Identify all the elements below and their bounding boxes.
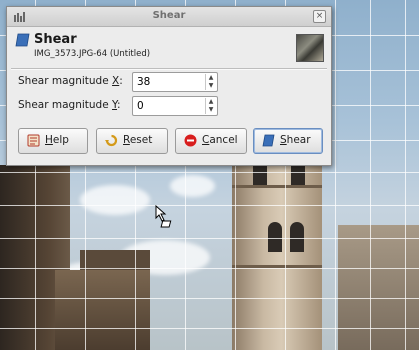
cloud: [80, 185, 150, 215]
shear-x-row: Shear magnitude X: 38 ▲ ▼: [7, 71, 331, 93]
reset-button[interactable]: Reset: [96, 128, 168, 154]
grid-line: [0, 238, 419, 239]
grid-line: [0, 268, 419, 269]
tower-window: [268, 222, 282, 252]
shear-y-value: 0: [137, 100, 144, 112]
spin-down-icon[interactable]: ▼: [207, 106, 215, 113]
shear-button[interactable]: Shear: [253, 128, 323, 154]
cancel-icon: [184, 134, 197, 147]
grid-line: [0, 205, 419, 206]
shear-y-input[interactable]: 0 ▲ ▼: [132, 96, 218, 116]
tower-window: [290, 222, 304, 252]
cloud: [170, 175, 215, 197]
separator: [11, 68, 327, 70]
building-right: [338, 225, 419, 350]
grid-line: [0, 298, 419, 299]
spin-down-icon[interactable]: ▼: [207, 82, 215, 89]
reset-icon: [105, 134, 118, 147]
help-label: Help: [45, 134, 69, 146]
shear-y-label: Shear magnitude Y:: [18, 99, 121, 111]
shear-tool-icon: [15, 33, 30, 47]
cancel-button[interactable]: Cancel: [175, 128, 247, 154]
spin-up-icon[interactable]: ▲: [207, 98, 215, 105]
shear-x-input[interactable]: 38 ▲ ▼: [132, 72, 218, 92]
shear-tool-icon: [262, 134, 275, 147]
shear-label: Shear: [280, 134, 311, 146]
grid-line: [0, 172, 419, 173]
shear-cursor-icon: [155, 205, 172, 228]
dialog-heading: Shear: [34, 32, 77, 47]
reset-label: Reset: [123, 134, 153, 146]
shear-dialog: Shear × Shear IMG_3573.JPG-64 (Untitled)…: [6, 6, 332, 166]
tower-band: [232, 185, 322, 188]
shear-y-spin-buttons: ▲ ▼: [205, 98, 216, 114]
shear-x-spin-buttons: ▲ ▼: [205, 74, 216, 90]
shear-x-label: Shear magnitude X:: [18, 75, 123, 87]
close-button[interactable]: ×: [313, 10, 326, 23]
button-bar: Help Reset Cancel Shear: [7, 128, 331, 158]
shear-x-value: 38: [137, 76, 151, 88]
help-button[interactable]: Help: [18, 128, 88, 154]
shear-y-row: Shear magnitude Y: 0 ▲ ▼: [7, 95, 331, 117]
window-title: Shear: [152, 10, 186, 21]
help-icon: [27, 134, 40, 147]
image-thumbnail: [296, 34, 324, 62]
title-bar[interactable]: Shear ×: [7, 7, 331, 27]
grid-line: [0, 328, 419, 329]
cancel-label: Cancel: [202, 134, 238, 146]
image-name: IMG_3573.JPG-64 (Untitled): [34, 49, 151, 59]
dialog-header: Shear IMG_3573.JPG-64 (Untitled): [7, 27, 331, 67]
spin-up-icon[interactable]: ▲: [207, 74, 215, 81]
